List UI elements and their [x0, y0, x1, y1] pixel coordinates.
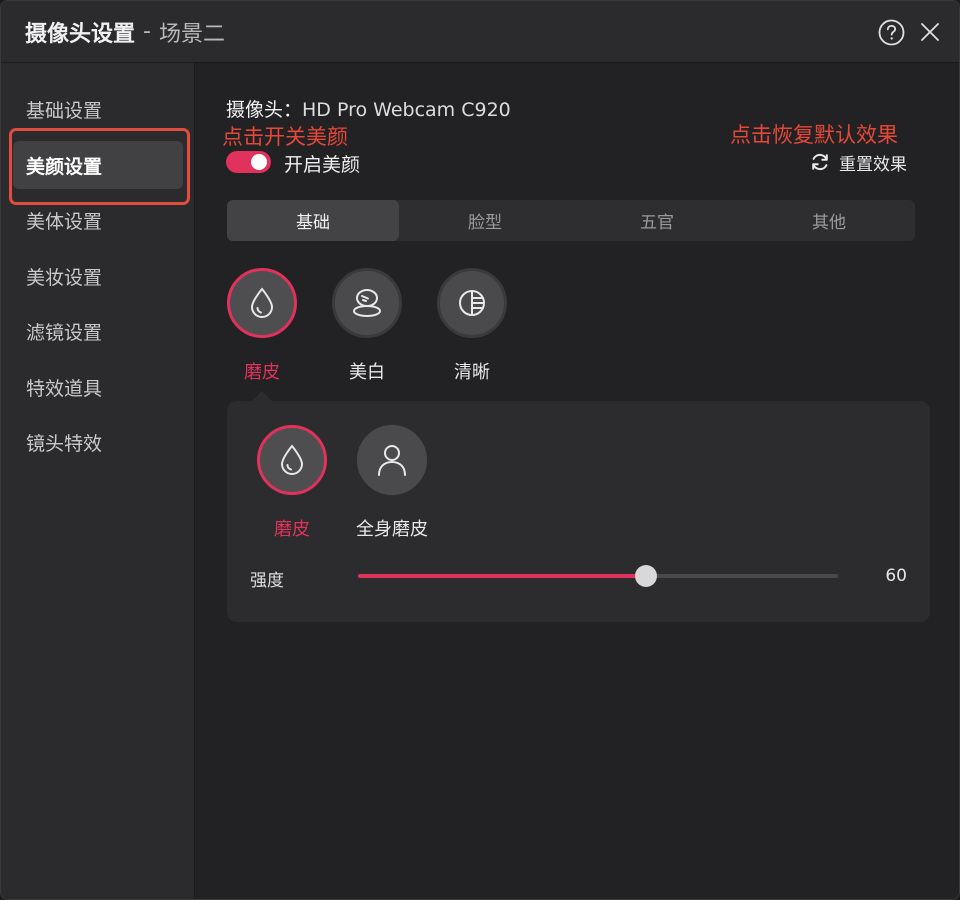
sidebar-item-label: 美体设置	[26, 210, 103, 233]
feature-clarity-circle	[437, 268, 507, 338]
feature-clarity-label: 清晰	[454, 362, 490, 383]
droplet-icon	[280, 444, 304, 475]
option-smoothing-circle	[257, 425, 327, 495]
sidebar-item-basic[interactable]: 基础设置	[13, 85, 183, 133]
window-title: 摄像头设置	[25, 21, 136, 47]
sidebar-item-filter[interactable]: 滤镜设置	[13, 307, 183, 355]
settings-sidebar: 基础设置 美颜设置 美体设置 美妆设置 滤镜设置 特效道具 镜头特效	[1, 63, 195, 899]
beauty-category-tabs: 基础 脸型 五官 其他	[227, 200, 915, 241]
panel-pointer-arrow	[252, 391, 272, 401]
sidebar-item-label: 美颜设置	[26, 155, 103, 178]
reset-effects-button[interactable]: 重置效果	[809, 149, 907, 175]
clarity-icon	[459, 290, 485, 316]
feature-clarity[interactable]: 清晰	[427, 268, 517, 384]
help-button[interactable]	[877, 18, 905, 46]
camera-name: HD Pro Webcam C920	[302, 99, 511, 121]
sidebar-item-lens[interactable]: 镜头特效	[13, 418, 183, 466]
tab-other[interactable]: 其他	[743, 200, 915, 241]
camera-label: 摄像头：	[226, 99, 303, 121]
close-icon	[921, 23, 939, 41]
annotation-reset-hint: 点击恢复默认效果	[730, 123, 898, 147]
camera-settings-window: 摄像头设置 - 场景二 基础设置 美颜设置 美体设置 美妆设置 滤镜设置 特效道…	[0, 0, 960, 900]
intensity-slider-thumb[interactable]	[635, 565, 657, 587]
tab-features[interactable]: 五官	[571, 200, 743, 241]
camera-info: 摄像头：HD Pro Webcam C920	[226, 95, 511, 122]
help-icon	[878, 19, 904, 45]
intensity-label: 强度	[250, 571, 284, 591]
annotation-toggle-hint: 点击开关美颜	[222, 125, 348, 149]
feature-whitening-label: 美白	[349, 362, 385, 383]
whitening-icon	[353, 289, 381, 317]
title-separator: -	[143, 19, 151, 44]
feature-smoothing-label: 磨皮	[244, 362, 280, 383]
feature-smoothing[interactable]: 磨皮	[217, 268, 307, 384]
intensity-slider-fill	[358, 574, 646, 578]
droplet-icon	[250, 287, 274, 318]
refresh-icon	[812, 153, 828, 171]
sidebar-item-label: 镜头特效	[26, 432, 103, 455]
option-full-body-smoothing[interactable]: 全身磨皮	[347, 425, 437, 541]
toggle-knob	[251, 154, 267, 170]
beauty-settings-panel: 摄像头：HD Pro Webcam C920 点击开关美颜 点击恢复默认效果 开…	[196, 63, 959, 899]
sidebar-item-beauty[interactable]: 美颜设置	[13, 141, 183, 189]
feature-smoothing-circle	[227, 268, 297, 338]
close-button[interactable]	[916, 18, 944, 46]
tab-basic[interactable]: 基础	[227, 200, 399, 241]
sidebar-item-makeup[interactable]: 美妆设置	[13, 252, 183, 300]
sidebar-item-label: 基础设置	[26, 99, 103, 122]
option-full-body-circle	[357, 425, 427, 495]
intensity-value: 60	[885, 566, 907, 586]
sidebar-item-label: 美妆设置	[26, 266, 103, 289]
beauty-toggle-label: 开启美颜	[284, 154, 361, 176]
beauty-toggle[interactable]	[226, 151, 271, 173]
intensity-slider[interactable]	[358, 565, 838, 587]
person-icon	[378, 445, 406, 476]
option-smoothing-label: 磨皮	[274, 519, 310, 540]
option-full-body-label: 全身磨皮	[356, 519, 428, 540]
scene-name: 场景二	[158, 21, 225, 47]
smoothing-options-panel: 磨皮 全身磨皮 强度 60	[227, 401, 930, 622]
reset-effects-label: 重置效果	[839, 154, 907, 175]
sidebar-item-label: 滤镜设置	[26, 321, 103, 344]
option-smoothing[interactable]: 磨皮	[247, 425, 337, 541]
tab-face-shape[interactable]: 脸型	[399, 200, 571, 241]
sidebar-item-label: 特效道具	[26, 377, 103, 400]
feature-whitening-circle	[332, 268, 402, 338]
sidebar-item-body[interactable]: 美体设置	[13, 196, 183, 244]
feature-whitening[interactable]: 美白	[322, 268, 412, 384]
title-bar: 摄像头设置 - 场景二	[1, 1, 959, 63]
sidebar-item-effects[interactable]: 特效道具	[13, 363, 183, 411]
